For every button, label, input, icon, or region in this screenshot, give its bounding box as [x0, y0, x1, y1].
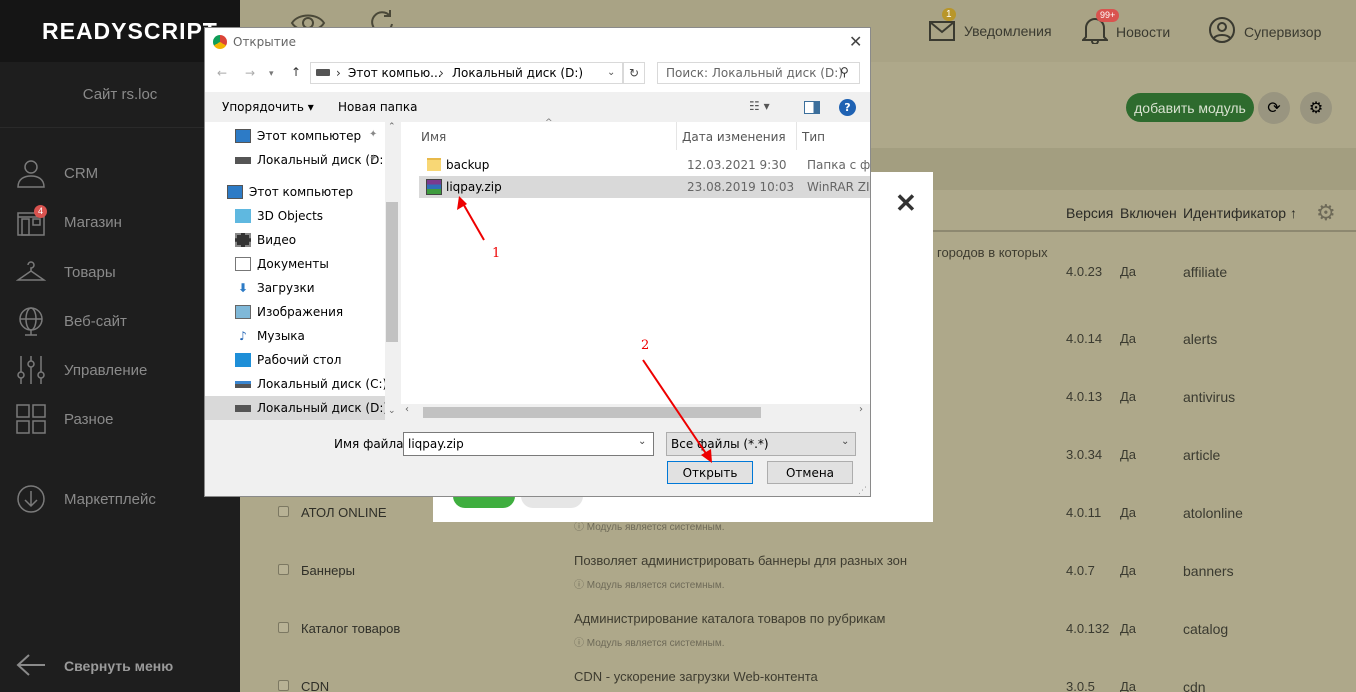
annotation-label-1: 1: [492, 246, 501, 261]
annotation-arrows: [457, 196, 712, 463]
annotation-arrow-1: [460, 199, 485, 241]
annotation-label-2: 2: [641, 338, 650, 353]
annotation-arrow-2: [642, 359, 710, 459]
annotation-arrowhead-2: [701, 449, 712, 463]
